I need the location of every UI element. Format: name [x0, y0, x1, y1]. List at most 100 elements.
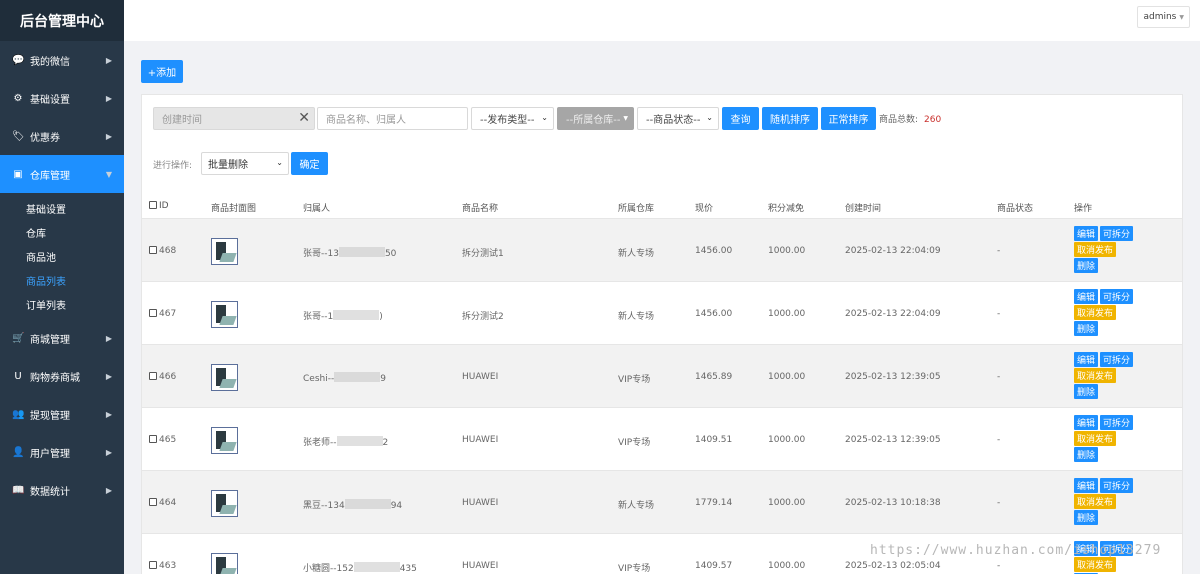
select-all-checkbox[interactable]	[149, 201, 157, 209]
row-checkbox[interactable]	[149, 435, 157, 443]
clear-icon[interactable]: ✕	[298, 110, 310, 126]
split-button[interactable]: 可拆分	[1100, 289, 1134, 304]
owner-suffix: 2	[382, 438, 389, 448]
split-button[interactable]: 可拆分	[1100, 352, 1134, 367]
chevron-right-icon: ▶	[105, 485, 112, 495]
sidebar-item-menu3[interactable]: ▣ 仓库管理 ▼	[0, 155, 124, 193]
row-id: 468	[159, 246, 177, 256]
delete-button[interactable]: 删除	[1074, 321, 1099, 336]
masked-text	[344, 499, 391, 509]
cell-id: 468	[149, 246, 176, 256]
edit-button[interactable]: 编辑	[1074, 226, 1099, 241]
unpublish-button[interactable]: 取消发布	[1074, 305, 1117, 320]
sidebar-item-label: 购物券商城	[30, 372, 80, 384]
query-button[interactable]: 查询	[722, 107, 759, 130]
cell-id: 464	[149, 498, 176, 508]
menu-icon: 👤	[12, 446, 25, 458]
owner-prefix: 小糖圆--152	[303, 564, 354, 574]
delete-button[interactable]: 删除	[1074, 510, 1099, 525]
table-row: 466 Ceshi-- 9 HUAWEI VIP专场 1465.89 1000.00 2025…	[142, 345, 1182, 408]
created-date-input[interactable]: 创建时间 ✕	[153, 107, 315, 130]
edit-button[interactable]: 编辑	[1074, 478, 1099, 493]
delete-button[interactable]: 删除	[1074, 258, 1099, 273]
cover-shape	[219, 316, 237, 325]
publish-type-select[interactable]: --发布类型-- ⌄	[471, 107, 554, 130]
row-checkbox[interactable]	[149, 498, 157, 506]
unpublish-button[interactable]: 取消发布	[1074, 368, 1117, 383]
row-checkbox[interactable]	[149, 246, 157, 254]
header-points: 积分减免	[768, 204, 805, 214]
header-name: 商品名称	[462, 204, 499, 214]
product-cover-image[interactable]	[211, 364, 238, 391]
split-button[interactable]: 可拆分	[1100, 226, 1134, 241]
warehouse-select[interactable]: --所属仓库-- ▼	[557, 107, 634, 130]
chevron-down-icon: ⌄	[541, 113, 548, 122]
delete-button[interactable]: 删除	[1074, 447, 1099, 462]
submenu-item[interactable]: 订单列表	[0, 292, 124, 316]
edit-button[interactable]: 编辑	[1074, 289, 1099, 304]
edit-button[interactable]: 编辑	[1074, 415, 1099, 430]
cell-price: 1456.00	[695, 309, 733, 319]
cell-price: 1456.00	[695, 246, 733, 256]
sidebar-item-menu1[interactable]: ⚙ 基础设置 ▶	[0, 79, 124, 117]
sidebar-item-menu_after3[interactable]: 👤 用户管理 ▶	[0, 433, 124, 471]
menu-icon: 📖	[12, 484, 25, 496]
product-table: ID 商品封面图 归属人 商品名称 所属仓库 现价 积分减免 创建时间 商品状态…	[142, 192, 1182, 574]
unpublish-button[interactable]: 取消发布	[1074, 431, 1117, 446]
cell-product-name: HUAWEI	[462, 561, 499, 571]
edit-button[interactable]: 编辑	[1074, 352, 1099, 367]
sidebar-item-menu2[interactable]: 🏷 优惠券 ▶	[0, 117, 124, 155]
masked-text	[334, 372, 381, 382]
cell-created: 2025-02-13 02:05:04	[845, 561, 941, 571]
cover-shape	[219, 505, 237, 514]
row-checkbox[interactable]	[149, 309, 157, 317]
row-checkbox[interactable]	[149, 561, 157, 569]
product-cover-image[interactable]	[211, 238, 238, 265]
add-button[interactable]: +添加	[141, 60, 183, 83]
normal-sort-button[interactable]: 正常排序	[821, 107, 876, 130]
submenu-item[interactable]: 商品池	[0, 244, 124, 268]
cell-created: 2025-02-13 12:39:05	[845, 372, 941, 382]
unpublish-button[interactable]: 取消发布	[1074, 242, 1117, 257]
split-button[interactable]: 可拆分	[1100, 478, 1134, 493]
delete-button[interactable]: 删除	[1074, 384, 1099, 399]
chevron-down-icon: ⌄	[706, 113, 713, 122]
owner-prefix: 黑豆--134	[303, 501, 345, 511]
menu-icon: ▣	[13, 168, 23, 180]
unpublish-button[interactable]: 取消发布	[1074, 557, 1117, 572]
cell-status: -	[997, 372, 1001, 382]
random-sort-button[interactable]: 随机排序	[762, 107, 818, 130]
unpublish-button[interactable]: 取消发布	[1074, 494, 1117, 509]
cell-status: -	[997, 246, 1001, 256]
warehouse-submenu: 基础设置 仓库 商品池 商品列表 订单列表	[0, 193, 124, 319]
split-button[interactable]: 可拆分	[1100, 415, 1134, 430]
cell-product-name: HUAWEI	[462, 435, 499, 445]
sidebar-item-menu_after1[interactable]: U 购物券商城 ▶	[0, 357, 124, 395]
cell-product-name: HUAWEI	[462, 372, 499, 382]
sidebar-item-menu_after2[interactable]: 👥 提现管理 ▶	[0, 395, 124, 433]
chevron-right-icon: ▶	[105, 93, 112, 103]
sidebar-item-menu0[interactable]: 💬 我的微信 ▶	[0, 41, 124, 79]
row-checkbox[interactable]	[149, 372, 157, 380]
cell-id: 466	[149, 372, 176, 382]
product-cover-image[interactable]	[211, 490, 238, 517]
user-menu-button[interactable]: admins ▼	[1137, 6, 1190, 28]
cover-shape	[219, 568, 237, 574]
batch-action-select[interactable]: 批量删除 ⌄	[201, 152, 289, 175]
product-cover-image[interactable]	[211, 427, 238, 454]
product-cover-image[interactable]	[211, 553, 238, 574]
owner-suffix: 50	[384, 249, 397, 259]
sidebar-item-menu_after0[interactable]: 🛒 商城管理 ▶	[0, 319, 124, 357]
submenu-item[interactable]: 商品列表	[0, 268, 124, 292]
submenu-item[interactable]: 仓库	[0, 220, 124, 244]
confirm-button[interactable]: 确定	[291, 152, 328, 175]
sidebar-item-label: 我的微信	[30, 56, 70, 68]
cell-price: 1465.89	[695, 372, 733, 382]
chevron-down-icon: ▼	[1179, 13, 1184, 21]
product-cover-image[interactable]	[211, 301, 238, 328]
sidebar-item-menu_after4[interactable]: 📖 数据统计 ▶	[0, 471, 124, 509]
search-input[interactable]: 商品名称、归属人	[317, 107, 468, 130]
product-status-select[interactable]: --商品状态-- ⌄	[637, 107, 719, 130]
owner-prefix: 张哥--1	[303, 312, 334, 322]
submenu-item[interactable]: 基础设置	[0, 196, 124, 220]
